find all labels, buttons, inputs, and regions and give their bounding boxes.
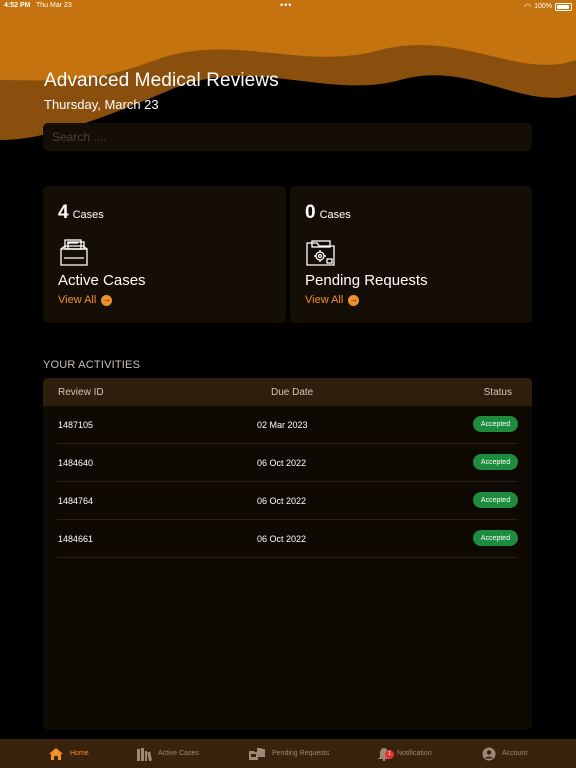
folders-icon (248, 747, 266, 761)
page-header: Advanced Medical Reviews Thursday, March… (44, 70, 279, 112)
search-input[interactable] (43, 123, 532, 151)
tab-label: Home (70, 750, 89, 757)
pending-requests-count: 0 Cases (305, 202, 351, 224)
tab-home[interactable]: Home (48, 739, 89, 768)
column-header-due-date: Due Date (271, 386, 314, 398)
status-badge: Accepted (473, 416, 518, 432)
active-cases-unit: Cases (72, 209, 104, 221)
search-bar[interactable] (43, 123, 532, 151)
bell-icon: 1 (377, 747, 394, 761)
notification-badge: 1 (385, 749, 394, 759)
folder-documents-icon (60, 239, 88, 266)
arrow-right-circle-icon: → (348, 294, 360, 306)
status-right: ◠ 100% (524, 2, 572, 11)
due-date: 06 Oct 2022 (257, 534, 307, 544)
review-id: 1484661 (58, 534, 94, 544)
app-title: Advanced Medical Reviews (44, 70, 279, 91)
home-icon (48, 747, 64, 761)
due-date: 02 Mar 2023 (257, 420, 308, 430)
tab-notification[interactable]: 1 Notification (377, 739, 432, 768)
wifi-icon: ◠ (524, 2, 532, 11)
due-date: 06 Oct 2022 (257, 496, 307, 506)
column-header-status: Status (483, 386, 512, 398)
active-cases-number: 4 (58, 202, 69, 223)
tab-label: Account (502, 750, 528, 757)
active-cases-count: 4 Cases (58, 202, 104, 224)
tab-active-cases[interactable]: Active Cases (136, 739, 199, 768)
review-id: 1484640 (58, 458, 94, 468)
tab-label: Pending Requests (272, 750, 330, 757)
status-badge: Accepted (473, 492, 518, 508)
review-id: 1487105 (58, 420, 94, 430)
pending-requests-number: 0 (305, 202, 316, 223)
active-cases-view-all-link[interactable]: View All → (58, 294, 113, 306)
bottom-tab-bar: Home Active Cases Pending Requests 1 Not… (0, 739, 576, 768)
status-time: 4:52 PM (4, 2, 31, 9)
due-date: 06 Oct 2022 (257, 458, 307, 468)
review-id: 1484764 (58, 496, 94, 506)
table-row[interactable]: 1484640 06 Oct 2022 Accepted (57, 444, 518, 482)
battery-icon (555, 2, 572, 11)
status-date: Thu Mar 23 (36, 2, 72, 9)
pending-requests-label: Pending Requests (305, 272, 428, 289)
active-cases-label: Active Cases (58, 272, 146, 289)
battery-percentage: 100% (534, 3, 552, 10)
view-all-label: View All (58, 294, 97, 306)
table-row[interactable]: 1487105 02 Mar 2023 Accepted (57, 406, 518, 444)
pending-requests-view-all-link[interactable]: View All → (305, 294, 360, 306)
tab-label: Active Cases (158, 750, 199, 757)
tab-pending-requests[interactable]: Pending Requests (248, 739, 329, 768)
status-bar: 4:52 PM Thu Mar 23 ••• ◠ 100% (0, 0, 576, 12)
column-header-review-id: Review ID (58, 386, 104, 398)
table-row[interactable]: 1484661 06 Oct 2022 Accepted (57, 520, 518, 558)
multitasking-dots-icon[interactable]: ••• (280, 0, 292, 10)
tab-label: Notification (397, 750, 432, 757)
pending-requests-card[interactable]: 0 Cases Pending Requests View All → (290, 186, 532, 323)
user-icon (482, 747, 496, 761)
table-header: Review ID Due Date Status (43, 378, 532, 406)
active-cases-card[interactable]: 4 Cases Active Cases View All → (43, 186, 286, 323)
table-row[interactable]: 1484764 06 Oct 2022 Accepted (57, 482, 518, 520)
activities-table: Review ID Due Date Status 1487105 02 Mar… (43, 378, 532, 730)
view-all-label: View All (305, 294, 344, 306)
folder-gear-icon (306, 240, 335, 266)
tab-account[interactable]: Account (482, 739, 527, 768)
activities-section-title: YOUR ACTIVITIES (43, 359, 141, 371)
status-badge: Accepted (473, 530, 518, 546)
arrow-right-circle-icon: → (101, 294, 113, 306)
books-icon (136, 747, 152, 761)
status-badge: Accepted (473, 454, 518, 470)
pending-requests-unit: Cases (319, 209, 351, 221)
current-date: Thursday, March 23 (44, 97, 159, 112)
